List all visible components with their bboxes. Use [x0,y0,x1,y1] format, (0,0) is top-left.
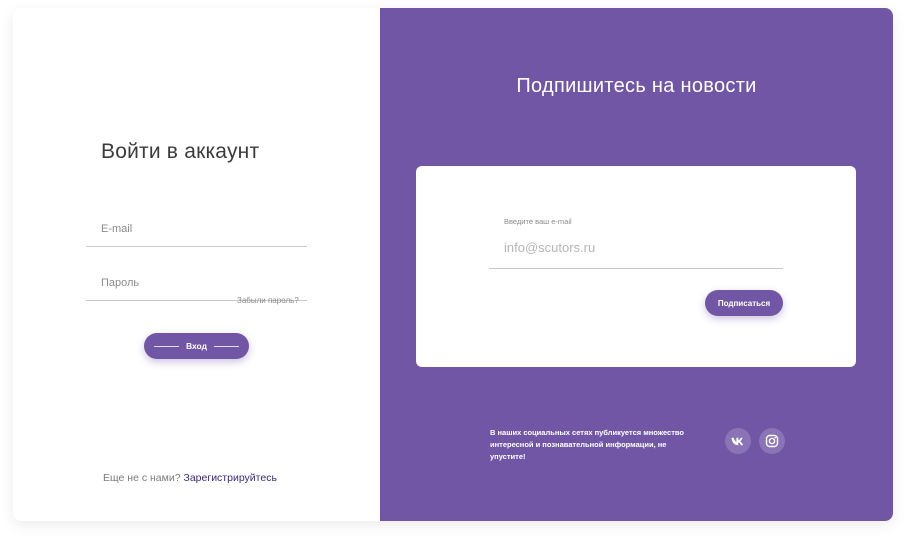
login-panel: Войти в аккаунт Забыли пароль? Вход Еще … [13,8,380,521]
subscribe-email-input[interactable] [489,234,783,260]
login-title: Войти в аккаунт [101,140,260,163]
subscribe-panel: Подпишитесь на новости Введите ваш e-mai… [380,8,893,521]
vk-icon[interactable] [725,428,751,454]
subscribe-email-label: Введите ваш e-mail [504,217,572,226]
subscribe-title: Подпишитесь на новости [516,75,757,97]
subscribe-form: Введите ваш e-mail Подписаться [416,166,856,367]
password-field[interactable] [86,268,307,298]
register-prompt: Еще не с нами? [103,472,181,484]
email-field[interactable] [86,214,307,244]
register-link[interactable]: Зарегистрируйтесь [184,472,277,484]
login-button-label: Вход [185,341,208,351]
email-field-wrapper [86,214,307,247]
login-button[interactable]: Вход [144,333,249,359]
button-left-line [153,345,179,347]
auth-card: Войти в аккаунт Забыли пароль? Вход Еще … [13,8,893,521]
subscribe-email-wrapper [489,234,783,269]
instagram-icon[interactable] [759,428,785,454]
social-text: В наших социальных сетях публикуется мно… [490,428,684,461]
subscribe-button[interactable]: Подписаться [705,290,783,316]
register-line: Еще не с нами? Зарегистрируйтесь [103,472,277,484]
forgot-password-link[interactable]: Забыли пароль? [237,296,299,305]
button-right-line [214,345,240,347]
